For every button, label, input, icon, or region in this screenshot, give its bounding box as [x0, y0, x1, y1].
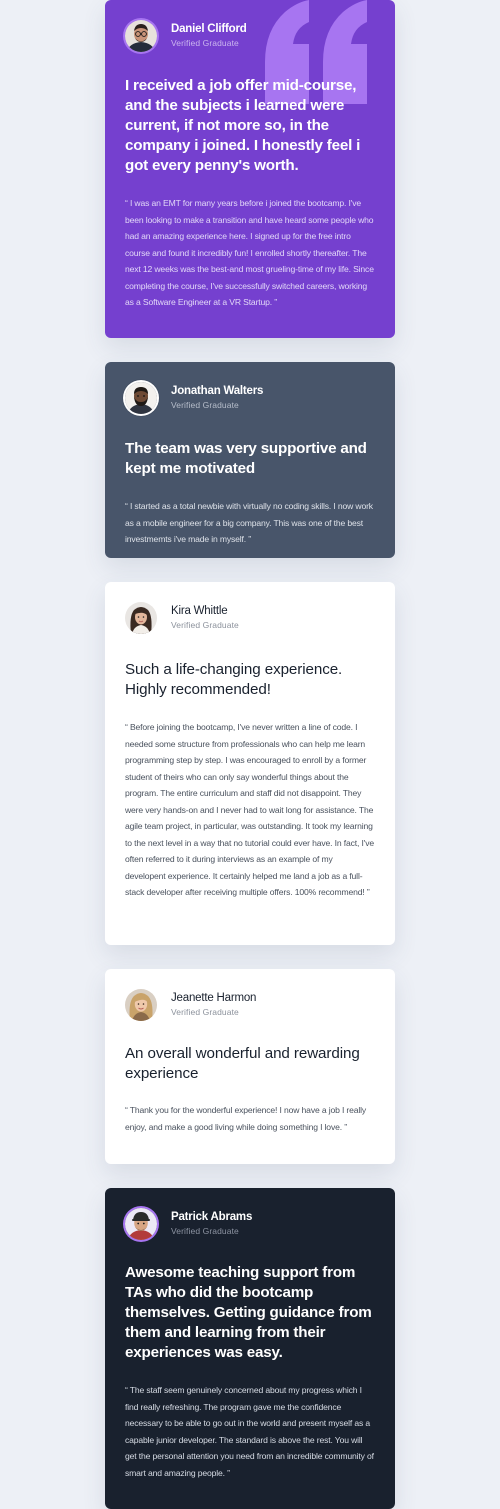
testimonial-header: Kira Whittle Verified Graduate	[125, 600, 375, 636]
woman-blonde-avatar	[125, 989, 157, 1021]
testimonial-headline: An overall wonderful and rewarding exper…	[125, 1045, 360, 1082]
testimonial-header: Jonathan Walters Verified Graduate	[125, 380, 375, 416]
testimonial-card-kira: Kira Whittle Verified Graduate Such a li…	[105, 582, 395, 945]
bearded-man-avatar	[125, 382, 157, 414]
author-role: Verified Graduate	[171, 38, 239, 48]
man-with-glasses-avatar	[125, 20, 157, 52]
author-name: Jonathan Walters	[171, 385, 264, 397]
testimonial-body: “ I was an EMT for many years before i j…	[125, 198, 374, 307]
man-with-cap-avatar	[125, 1208, 157, 1240]
testimonial-card-daniel: Daniel Clifford Verified Graduate I rece…	[105, 0, 395, 338]
testimonial-body: “ Thank you for the wonderful experience…	[125, 1105, 367, 1132]
testimonial-headline: Such a life-changing experience. Highly …	[125, 661, 343, 698]
testimonial-header: Daniel Clifford Verified Graduate	[125, 18, 375, 54]
author-name: Jeanette Harmon	[171, 992, 257, 1004]
testimonial-headline: Awesome teaching support from TAs who di…	[125, 1264, 372, 1361]
author-name: Daniel Clifford	[171, 23, 247, 35]
author-role: Verified Graduate	[171, 1007, 239, 1017]
testimonial-header: Jeanette Harmon Verified Graduate	[125, 987, 375, 1023]
woman-dark-hair-avatar	[125, 602, 157, 634]
testimonial-headline: The team was very supportive and kept me…	[125, 440, 367, 477]
testimonial-body: “ The staff seem genuinely concerned abo…	[125, 1385, 374, 1478]
testimonial-body: “ I started as a total newbie with virtu…	[125, 501, 373, 544]
testimonial-body: “ Before joining the bootcamp, I've neve…	[125, 722, 374, 897]
testimonial-card-jonathan: Jonathan Walters Verified Graduate The t…	[105, 362, 395, 558]
author-name: Patrick Abrams	[171, 1211, 253, 1223]
testimonial-card-jeanette: Jeanette Harmon Verified Graduate An ove…	[105, 969, 395, 1164]
testimonial-header: Patrick Abrams Verified Graduate	[125, 1206, 375, 1242]
author-role: Verified Graduate	[171, 400, 239, 410]
testimonial-headline: I received a job offer mid-course, and t…	[125, 77, 361, 174]
author-name: Kira Whittle	[171, 605, 228, 617]
author-role: Verified Graduate	[171, 1226, 239, 1236]
author-role: Verified Graduate	[171, 620, 239, 630]
testimonial-card-patrick: Patrick Abrams Verified Graduate Awesome…	[105, 1188, 395, 1509]
